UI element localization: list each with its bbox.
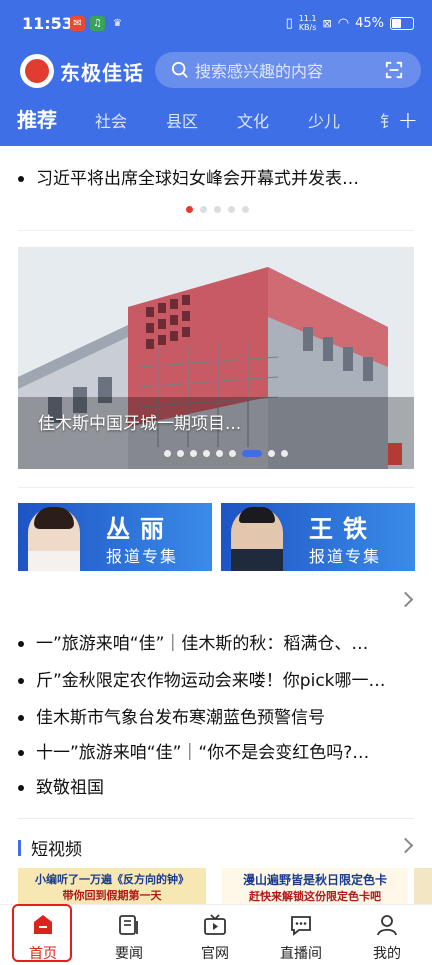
ticker-pagination <box>186 206 249 213</box>
list-item[interactable]: 十一”旅游来咱“佳”｜“你不是会变红色吗?… <box>18 738 416 763</box>
app-logo[interactable]: 东极佳话 <box>20 54 144 88</box>
thumb-line: 带你回到假期第一天 <box>62 889 162 902</box>
video-thumbnail[interactable] <box>414 868 432 904</box>
search-bar[interactable]: 搜索感兴趣的内容 <box>155 52 421 88</box>
list-item[interactable]: 斤”金秋限定农作物运动会来喽！你pick哪一… <box>18 666 416 691</box>
chevron-right-icon[interactable] <box>397 591 414 608</box>
logo-mark-icon <box>20 54 54 88</box>
vibrate-icon: ▯ <box>285 15 293 31</box>
divider <box>18 818 414 819</box>
battery-icon <box>390 16 414 30</box>
reporter-sub: 报道专集 <box>309 547 382 566</box>
carousel-caption: 佳木斯中国牙城一期项目... <box>38 414 242 434</box>
news-title: 致敬祖国 <box>36 778 104 798</box>
crown-icon: ♛ <box>113 18 122 29</box>
news-title: 佳木斯市气象台发布寒潮蓝色预警信号 <box>36 708 325 728</box>
thumb-line: 漫山遍野皆是秋日限定色卡 <box>242 873 387 887</box>
search-icon <box>171 61 188 78</box>
reporter-banner-2[interactable]: 王铁 报道专集 <box>221 503 415 571</box>
nav-label: 直播间 <box>280 946 322 962</box>
news-title: 斤”金秋限定农作物运动会来喽！你pick哪一… <box>36 671 386 691</box>
nav-label: 要闻 <box>115 946 143 962</box>
nav-official-site[interactable]: 官网 <box>172 905 258 965</box>
reporter-photo <box>28 507 80 571</box>
reporter-banner-1[interactable]: 丛丽 报道专集 <box>18 503 212 571</box>
battery-level: 45% <box>355 15 384 31</box>
reporter-sub: 报道专集 <box>106 547 179 566</box>
add-channel-icon[interactable]: + <box>398 106 418 134</box>
video-thumbnail[interactable]: 小编听了一万遍《反方向的钟》 带你回到假期第一天 <box>18 868 206 904</box>
headline-item[interactable]: 习近平将出席全球妇女峰会开幕式并发表… <box>18 164 418 189</box>
user-icon <box>377 915 397 936</box>
list-item[interactable]: 佳木斯市气象台发布寒潮蓝色预警信号 <box>18 703 416 728</box>
reporter-name: 王铁 <box>309 515 377 543</box>
nav-live-room[interactable]: 直播间 <box>258 905 344 965</box>
tv-icon <box>204 914 226 935</box>
video-thumbnail[interactable]: 漫山遍野皆是秋日限定色卡 赶快来解锁这份限定色卡吧 <box>222 868 408 904</box>
thumb-line: 小编听了一万遍《反方向的钟》 <box>35 873 189 886</box>
nav-label: 官网 <box>201 946 229 962</box>
news-icon <box>119 915 138 935</box>
tab-culture[interactable]: 文化 <box>237 108 269 132</box>
tab-children[interactable]: 少儿 <box>308 108 340 132</box>
list-item[interactable]: 致敬祖国 <box>18 773 416 798</box>
carousel-slide[interactable]: 佳木斯中国牙城一期项目... <box>18 247 414 469</box>
app-name: 东极佳话 <box>60 60 144 85</box>
bullet <box>18 176 24 182</box>
app-notification-icon: ♫ <box>90 16 105 31</box>
tab-society[interactable]: 社会 <box>95 108 127 132</box>
scan-icon[interactable] <box>385 61 403 79</box>
nav-news[interactable]: 要闻 <box>86 905 172 965</box>
nav-label: 我的 <box>373 946 401 962</box>
list-item[interactable]: 一”旅游来咱“佳”｜佳木斯的秋：稻满仓、… <box>18 629 416 654</box>
section-title: 短视频 <box>31 840 82 860</box>
news-title: 十一”旅游来咱“佳”｜“你不是会变红色吗?… <box>36 743 370 763</box>
tab-recommend[interactable]: 推荐 <box>17 104 57 133</box>
status-bar: 11:53 ✉ ♫ ♛ ▯ 11.1 KB/s ⊠ ◠ 45% <box>0 0 432 46</box>
app-notification-icon: ✉ <box>70 16 85 31</box>
highlight-box <box>12 904 72 962</box>
thumb-line: 赶快来解锁这份限定色卡吧 <box>249 890 381 903</box>
building-photo <box>18 247 414 469</box>
wifi-icon: ◠ <box>337 15 350 31</box>
status-time: 11:53 <box>22 14 73 33</box>
divider <box>18 230 414 231</box>
status-right: ▯ 11.1 KB/s ⊠ ◠ 45% <box>286 12 414 34</box>
section-marker <box>18 839 21 856</box>
sim-icon: ⊠ <box>322 16 332 30</box>
carousel-pagination <box>164 450 288 457</box>
nav-profile[interactable]: 我的 <box>344 905 430 965</box>
network-speed: 11.1 KB/s <box>298 14 317 32</box>
headline-text: 习近平将出席全球妇女峰会开幕式并发表… <box>36 169 359 189</box>
chat-icon <box>291 916 311 936</box>
search-input[interactable]: 搜索感兴趣的内容 <box>195 58 323 82</box>
reporter-photo <box>231 507 283 571</box>
chevron-right-icon[interactable] <box>397 837 414 854</box>
section-header: 短视频 <box>18 835 82 860</box>
tab-more-partial[interactable]: 钅 <box>380 108 396 132</box>
divider <box>18 487 414 488</box>
channel-tabs: 推荐 社会 县区 文化 少儿 钅 + <box>0 104 432 140</box>
tab-county[interactable]: 县区 <box>166 108 198 132</box>
news-title: 一”旅游来咱“佳”｜佳木斯的秋：稻满仓、… <box>36 634 369 654</box>
reporter-name: 丛丽 <box>106 515 174 543</box>
